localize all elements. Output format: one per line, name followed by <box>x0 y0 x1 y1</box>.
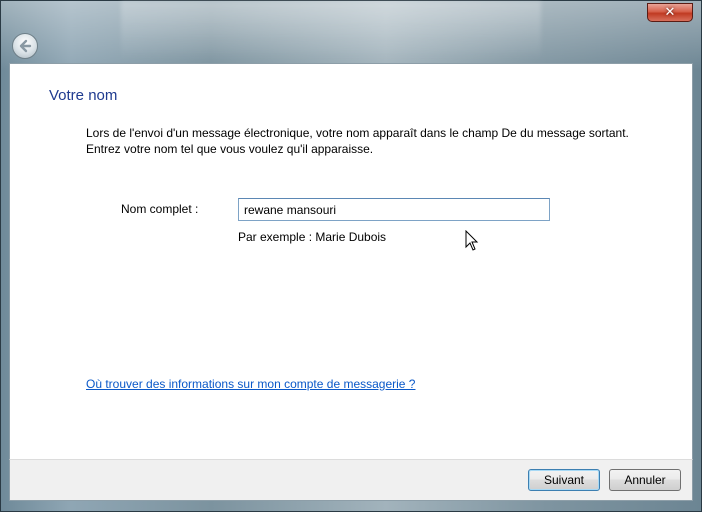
mouse-cursor-icon <box>465 230 479 251</box>
wizard-content: Votre nom Lors de l'envoi d'un message é… <box>9 63 693 459</box>
account-info-link[interactable]: Où trouver des informations sur mon comp… <box>86 377 415 391</box>
next-button[interactable]: Suivant <box>528 469 600 491</box>
page-title: Votre nom <box>49 87 118 104</box>
full-name-input[interactable] <box>238 198 550 221</box>
cancel-button[interactable]: Annuler <box>609 469 681 491</box>
full-name-example: Par exemple : Marie Dubois <box>238 230 387 244</box>
description: Lors de l'envoi d'un message électroniqu… <box>86 125 666 157</box>
close-button[interactable]: ✕ <box>647 3 693 22</box>
wizard-footer: Suivant Annuler <box>9 459 693 501</box>
description-line-2: Entrez votre nom tel que vous voulez qu'… <box>86 142 374 156</box>
full-name-label: Nom complet : <box>121 202 199 216</box>
back-button[interactable] <box>12 33 38 59</box>
back-arrow-icon <box>19 39 32 53</box>
close-icon: ✕ <box>664 5 676 20</box>
description-line-1: Lors de l'envoi d'un message électroniqu… <box>86 126 629 140</box>
